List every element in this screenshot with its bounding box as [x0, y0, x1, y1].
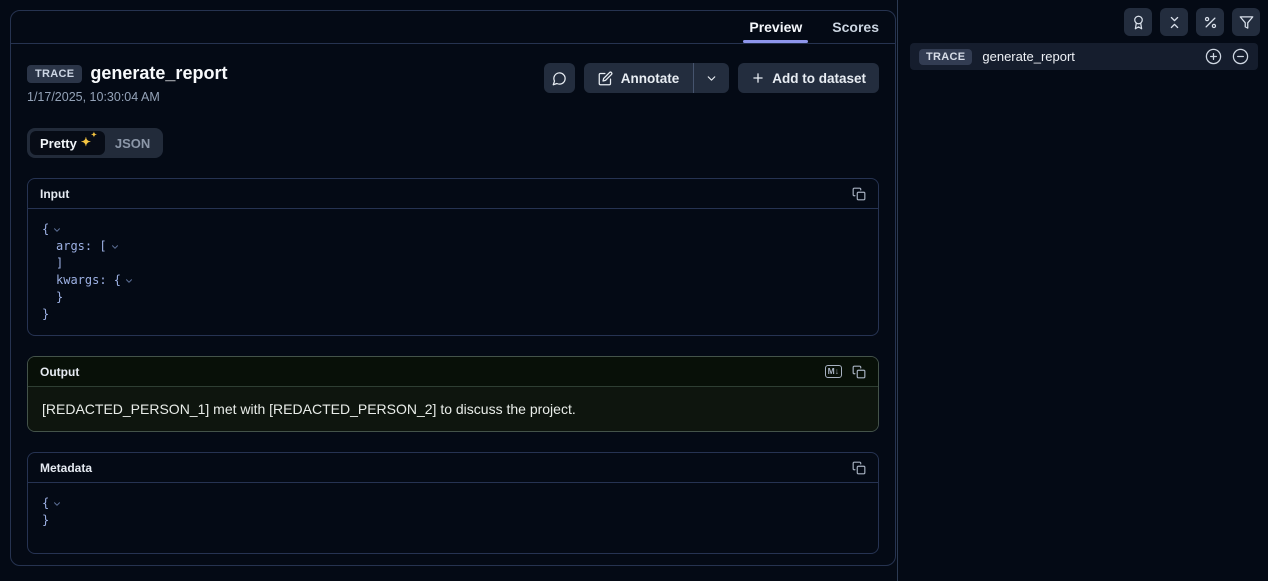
output-content: [REDACTED_PERSON_1] met with [REDACTED_P… [42, 401, 864, 417]
trace-type-badge: TRACE [27, 65, 82, 83]
collapse-chevron-icon[interactable] [52, 225, 62, 235]
trace-header-row: TRACE generate_report 1/17/2025, 10:30:0… [27, 63, 879, 104]
collapse-chevron-icon[interactable] [52, 499, 62, 509]
collapse-vertical-icon [1167, 15, 1182, 30]
add-to-dataset-label: Add to dataset [772, 71, 866, 86]
input-panel: Input { args: [ ] kwargs: { [27, 178, 879, 336]
trace-timestamp: 1/17/2025, 10:30:04 AM [27, 90, 227, 104]
tab-preview-label: Preview [749, 19, 802, 35]
output-header-icons: M↓ [825, 365, 866, 379]
metadata-panel-title: Metadata [40, 461, 92, 475]
metadata-panel-header: Metadata [28, 453, 878, 483]
trace-title-line: TRACE generate_report [27, 63, 227, 84]
collapse-all-button[interactable] [1160, 8, 1188, 36]
sidebar-toolbar [1124, 8, 1260, 36]
output-panel: Output M↓ [REDACTED_PERSON_1] met with [… [27, 356, 879, 432]
filter-button[interactable] [1232, 8, 1260, 36]
tab-preview[interactable]: Preview [743, 11, 808, 43]
filter-funnel-icon [1239, 15, 1254, 30]
tab-scores-label: Scores [832, 19, 879, 35]
json-line: ] [42, 255, 864, 272]
copy-icon[interactable] [852, 461, 866, 475]
trace-tree-row[interactable]: TRACE generate_report [910, 43, 1258, 70]
chevron-down-icon [705, 72, 718, 85]
copy-icon[interactable] [852, 365, 866, 379]
json-line: } [42, 512, 864, 529]
json-line: } [42, 289, 864, 306]
json-label: JSON [115, 136, 150, 151]
json-line: { [42, 495, 864, 512]
collapse-all-circle-minus-icon[interactable] [1232, 48, 1249, 65]
percent-icon [1203, 15, 1218, 30]
annotate-button[interactable]: Annotate [584, 63, 694, 93]
tab-bar: Preview Scores [11, 11, 895, 44]
trace-identity: TRACE generate_report 1/17/2025, 10:30:0… [27, 63, 227, 104]
json-line: } [42, 306, 864, 323]
add-to-dataset-button[interactable]: Add to dataset [738, 63, 879, 93]
annotate-split-button: Annotate [584, 63, 730, 93]
markdown-toggle-icon[interactable]: M↓ [825, 365, 842, 378]
toggle-pretty[interactable]: Pretty ✦ ✦ [30, 131, 105, 155]
metadata-panel-body: { } [28, 483, 878, 553]
metadata-panel: Metadata { } [27, 452, 879, 554]
toggle-json[interactable]: JSON [105, 131, 160, 155]
copy-icon[interactable] [852, 187, 866, 201]
json-line: kwargs: { [42, 272, 864, 289]
annotate-dropdown-button[interactable] [694, 63, 729, 93]
annotate-button-label: Annotate [621, 71, 680, 86]
json-line: { [42, 221, 864, 238]
preview-panel-body: TRACE generate_report 1/17/2025, 10:30:0… [11, 44, 895, 570]
collapse-chevron-icon[interactable] [124, 276, 134, 286]
collapse-chevron-icon[interactable] [110, 242, 120, 252]
comment-button[interactable] [544, 63, 575, 93]
trace-actions: Annotate Add to dataset [544, 63, 879, 93]
award-icon [1131, 15, 1146, 30]
metrics-percent-button[interactable] [1196, 8, 1224, 36]
view-mode-toggle: Pretty ✦ ✦ JSON [27, 128, 163, 158]
trace-type-badge: TRACE [919, 49, 972, 65]
trace-detail-page: { "colors": { "accent": "#8e96ec", "page… [0, 0, 1268, 581]
trace-title: generate_report [90, 63, 227, 84]
output-panel-header: Output M↓ [28, 357, 878, 387]
scores-award-button[interactable] [1124, 8, 1152, 36]
preview-panel: Preview Scores TRACE generate_report 1/1… [10, 10, 896, 566]
trace-row-title: generate_report [982, 49, 1195, 64]
input-panel-header: Input [28, 179, 878, 209]
input-panel-title: Input [40, 187, 69, 201]
edit-pencil-icon [598, 71, 613, 86]
plus-icon [751, 71, 765, 85]
comment-bubble-icon [552, 71, 567, 86]
json-line: args: [ [42, 238, 864, 255]
expand-all-circle-plus-icon[interactable] [1205, 48, 1222, 65]
active-tab-underline [743, 40, 808, 43]
sparkles-icon: ✦ ✦ [82, 137, 95, 150]
panel-divider[interactable] [897, 0, 898, 581]
tab-scores[interactable]: Scores [826, 11, 885, 43]
input-panel-body: { args: [ ] kwargs: { } } [28, 209, 878, 335]
output-panel-body: [REDACTED_PERSON_1] met with [REDACTED_P… [28, 387, 878, 431]
output-panel-title: Output [40, 365, 79, 379]
pretty-label: Pretty [40, 136, 77, 151]
